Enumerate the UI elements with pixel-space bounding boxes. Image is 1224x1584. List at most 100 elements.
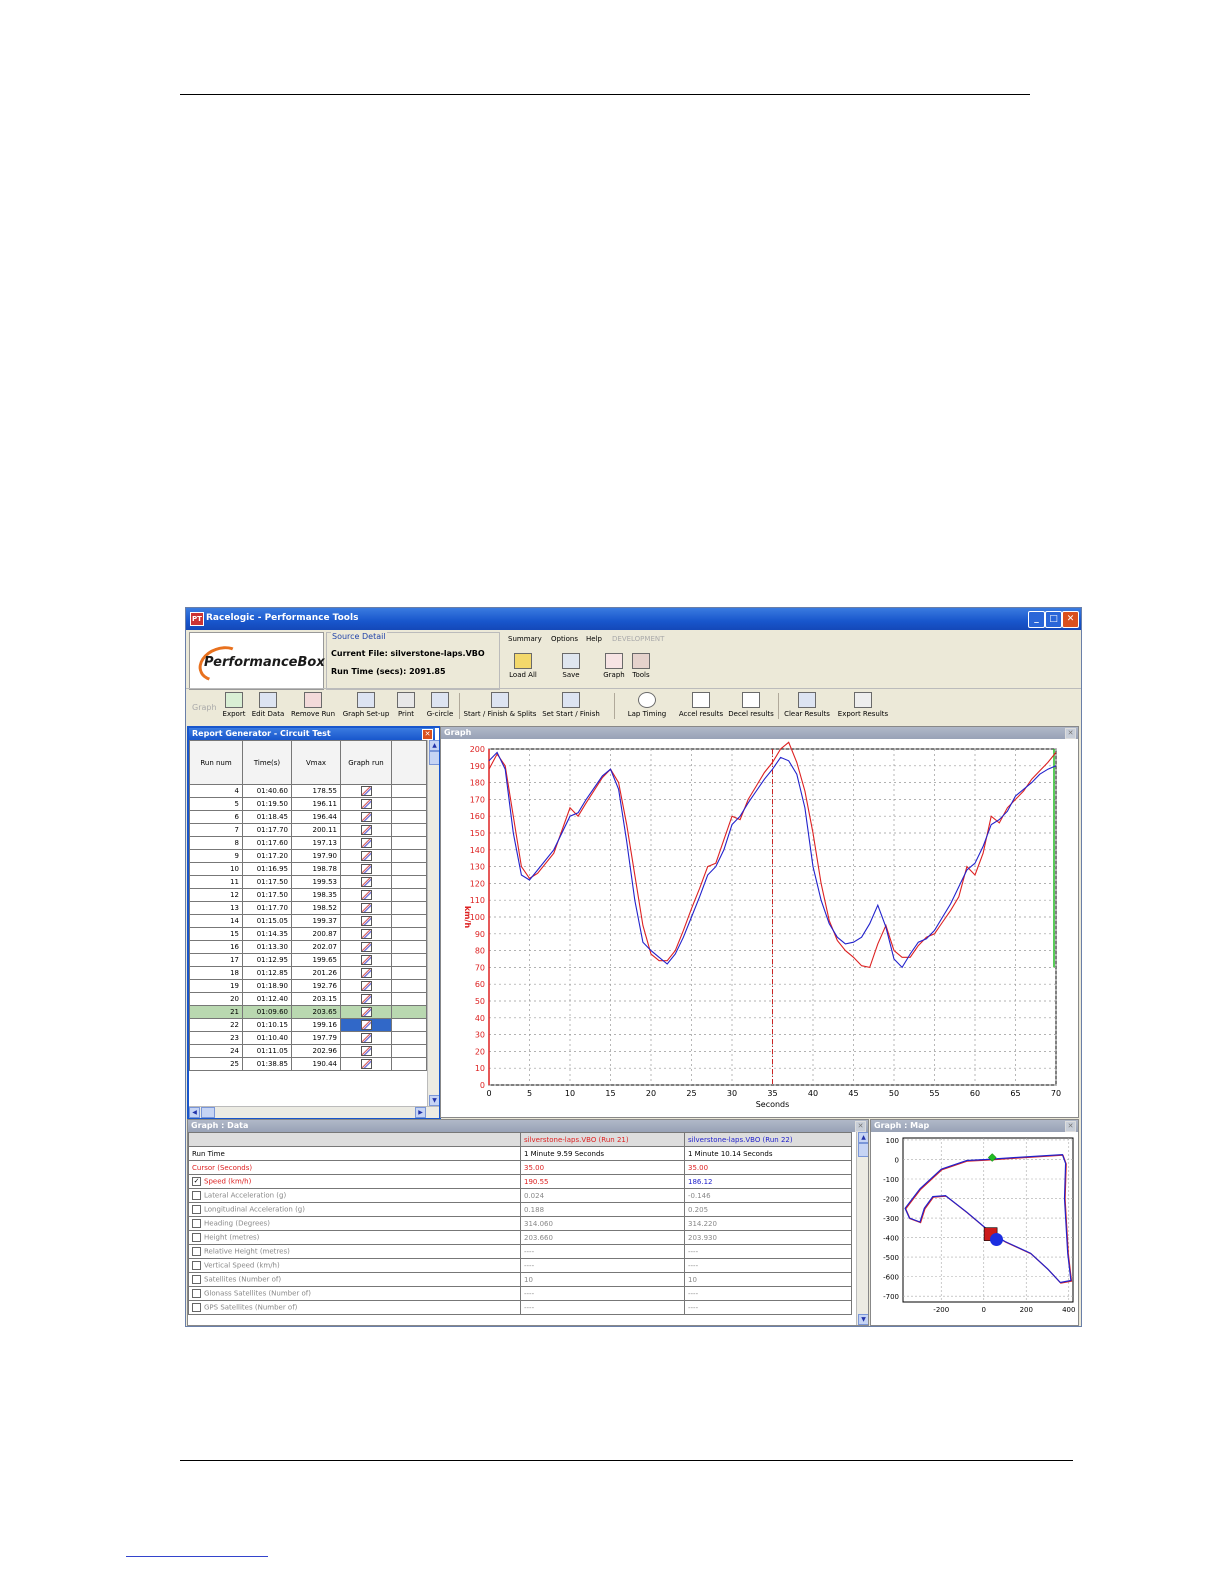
channel-checkbox[interactable]: ✓ — [192, 1177, 201, 1186]
decel-results-button[interactable]: Decel results — [728, 692, 774, 718]
report-row[interactable]: 14 01:15.05 199.37 — [189, 914, 427, 928]
column-header[interactable]: Vmax — [291, 740, 341, 785]
report-row[interactable]: 9 01:17.20 197.90 — [189, 849, 427, 863]
report-vertical-scrollbar[interactable]: ▲ ▼ — [427, 740, 439, 1106]
channel-checkbox[interactable] — [192, 1261, 201, 1270]
close-panel-icon[interactable]: ✕ — [855, 1121, 866, 1132]
report-row[interactable]: 25 01:38.85 190.44 — [189, 1057, 427, 1071]
channel-checkbox[interactable] — [192, 1205, 201, 1214]
graph-run-cell[interactable] — [340, 1018, 392, 1032]
graph-run-cell[interactable] — [340, 901, 392, 915]
close-icon[interactable]: ✕ — [1062, 611, 1079, 628]
graph-run-cell[interactable] — [340, 979, 392, 993]
report-row[interactable]: 16 01:13.30 202.07 — [189, 940, 427, 954]
report-row[interactable]: 10 01:16.95 198.78 — [189, 862, 427, 876]
column-header[interactable]: Run num — [189, 740, 243, 785]
channel-checkbox[interactable] — [192, 1191, 201, 1200]
report-row[interactable]: 19 01:18.90 192.76 — [189, 979, 427, 993]
scroll-down-icon[interactable]: ▼ — [858, 1314, 868, 1325]
scroll-down-icon[interactable]: ▼ — [429, 1095, 439, 1106]
scroll-up-icon[interactable]: ▲ — [429, 740, 439, 751]
clear-results-button[interactable]: Clear Results — [783, 692, 831, 718]
export-button[interactable]: Export — [219, 692, 249, 718]
report-row[interactable]: 18 01:12.85 201.26 — [189, 966, 427, 980]
accel-results-button[interactable]: Accel results — [678, 692, 724, 718]
load-all-button[interactable]: Load All — [508, 653, 538, 679]
scroll-up-icon[interactable]: ▲ — [858, 1132, 868, 1143]
graph-run-cell[interactable] — [340, 927, 392, 941]
graph-run-cell[interactable] — [340, 992, 392, 1006]
lap-timing-button[interactable]: Lap Timing — [624, 692, 670, 718]
export-results-button[interactable]: Export Results — [836, 692, 890, 718]
channel-checkbox[interactable] — [192, 1233, 201, 1242]
graph-run-cell[interactable] — [340, 1031, 392, 1045]
graph-run-cell[interactable] — [340, 940, 392, 954]
remove-run-button[interactable]: Remove Run — [290, 692, 336, 718]
graph-run-cell[interactable] — [340, 875, 392, 889]
report-row[interactable]: 5 01:19.50 196.11 — [189, 797, 427, 811]
maximize-icon[interactable]: □ — [1045, 611, 1062, 628]
report-row[interactable]: 15 01:14.35 200.87 — [189, 927, 427, 941]
graph-setup-button[interactable]: Graph Set-up — [341, 692, 391, 718]
graph-run-cell[interactable] — [340, 849, 392, 863]
graph-run-cell[interactable] — [340, 784, 392, 798]
report-row[interactable]: 7 01:17.70 200.11 — [189, 823, 427, 837]
graph-button[interactable]: Graph — [599, 653, 629, 679]
menu-development[interactable]: DEVELOPMENT — [612, 635, 664, 643]
close-panel-icon[interactable]: ✕ — [1065, 728, 1076, 739]
column-header[interactable]: Time(s) — [242, 740, 292, 785]
report-row[interactable]: 21 01:09.60 203.65 — [189, 1005, 427, 1019]
report-row[interactable]: 24 01:11.05 202.96 — [189, 1044, 427, 1058]
graph-run-cell[interactable] — [340, 1005, 392, 1019]
report-row[interactable]: 17 01:12.95 199.65 — [189, 953, 427, 967]
graph-run-cell[interactable] — [340, 953, 392, 967]
report-row[interactable]: 12 01:17.50 198.35 — [189, 888, 427, 902]
graph-run-cell[interactable] — [340, 966, 392, 980]
print-button[interactable]: Print — [393, 692, 419, 718]
channel-checkbox[interactable] — [192, 1219, 201, 1228]
close-panel-icon[interactable]: ✕ — [1065, 1121, 1076, 1132]
report-row[interactable]: 11 01:17.50 199.53 — [189, 875, 427, 889]
graph-run-cell[interactable] — [340, 810, 392, 824]
scroll-thumb[interactable] — [201, 1107, 215, 1118]
scroll-thumb[interactable] — [429, 751, 439, 765]
report-row[interactable]: 20 01:12.40 203.15 — [189, 992, 427, 1006]
g-circle-button[interactable]: G-circle — [424, 692, 456, 718]
report-row[interactable]: 23 01:10.40 197.79 — [189, 1031, 427, 1045]
edit-data-button[interactable]: Edit Data — [250, 692, 286, 718]
graph-run-cell[interactable] — [340, 836, 392, 850]
report-row[interactable]: 13 01:17.70 198.52 — [189, 901, 427, 915]
set-start-finish-button[interactable]: Set Start / Finish — [540, 692, 602, 718]
menu-summary[interactable]: Summary — [508, 635, 542, 643]
data-vertical-scrollbar[interactable]: ▲ ▼ — [856, 1132, 868, 1325]
graph-run-cell[interactable] — [340, 888, 392, 902]
graph-run-cell[interactable] — [340, 1044, 392, 1058]
scroll-thumb[interactable] — [858, 1143, 868, 1157]
report-row[interactable]: 6 01:18.45 196.44 — [189, 810, 427, 824]
save-button[interactable]: Save — [556, 653, 586, 679]
menu-options[interactable]: Options — [551, 635, 578, 643]
channel-checkbox[interactable] — [192, 1247, 201, 1256]
column-header[interactable]: Graph run — [340, 740, 392, 785]
report-row[interactable]: 8 01:17.60 197.13 — [189, 836, 427, 850]
report-row[interactable]: 4 01:40.60 178.55 — [189, 784, 427, 798]
report-horizontal-scrollbar[interactable]: ◀ ▶ — [189, 1106, 439, 1118]
graph-run-cell[interactable] — [340, 1057, 392, 1071]
report-row[interactable]: 22 01:10.15 199.16 — [189, 1018, 427, 1032]
scroll-left-icon[interactable]: ◀ — [189, 1107, 200, 1118]
graph-run-cell[interactable] — [340, 823, 392, 837]
scroll-right-icon[interactable]: ▶ — [415, 1107, 426, 1118]
minimize-icon[interactable]: _ — [1028, 611, 1045, 628]
channel-checkbox[interactable] — [192, 1303, 201, 1312]
graph-run-cell[interactable] — [340, 914, 392, 928]
menu-help[interactable]: Help — [586, 635, 602, 643]
speed-chart[interactable]: 0102030405060708090100110120130140150160… — [441, 739, 1078, 1117]
graph-run-cell[interactable] — [340, 862, 392, 876]
graph-run-cell[interactable] — [340, 797, 392, 811]
channel-checkbox[interactable] — [192, 1275, 201, 1284]
channel-checkbox[interactable] — [192, 1289, 201, 1298]
start-finish-splits-button[interactable]: Start / Finish & Splits — [462, 692, 538, 718]
track-map[interactable]: 100 0 -100 -200 -300 -400 -500 -600 -700 -200 0 200… — [871, 1132, 1078, 1325]
tools-button[interactable]: Tools — [626, 653, 656, 679]
close-panel-icon[interactable]: ✕ — [422, 729, 433, 740]
